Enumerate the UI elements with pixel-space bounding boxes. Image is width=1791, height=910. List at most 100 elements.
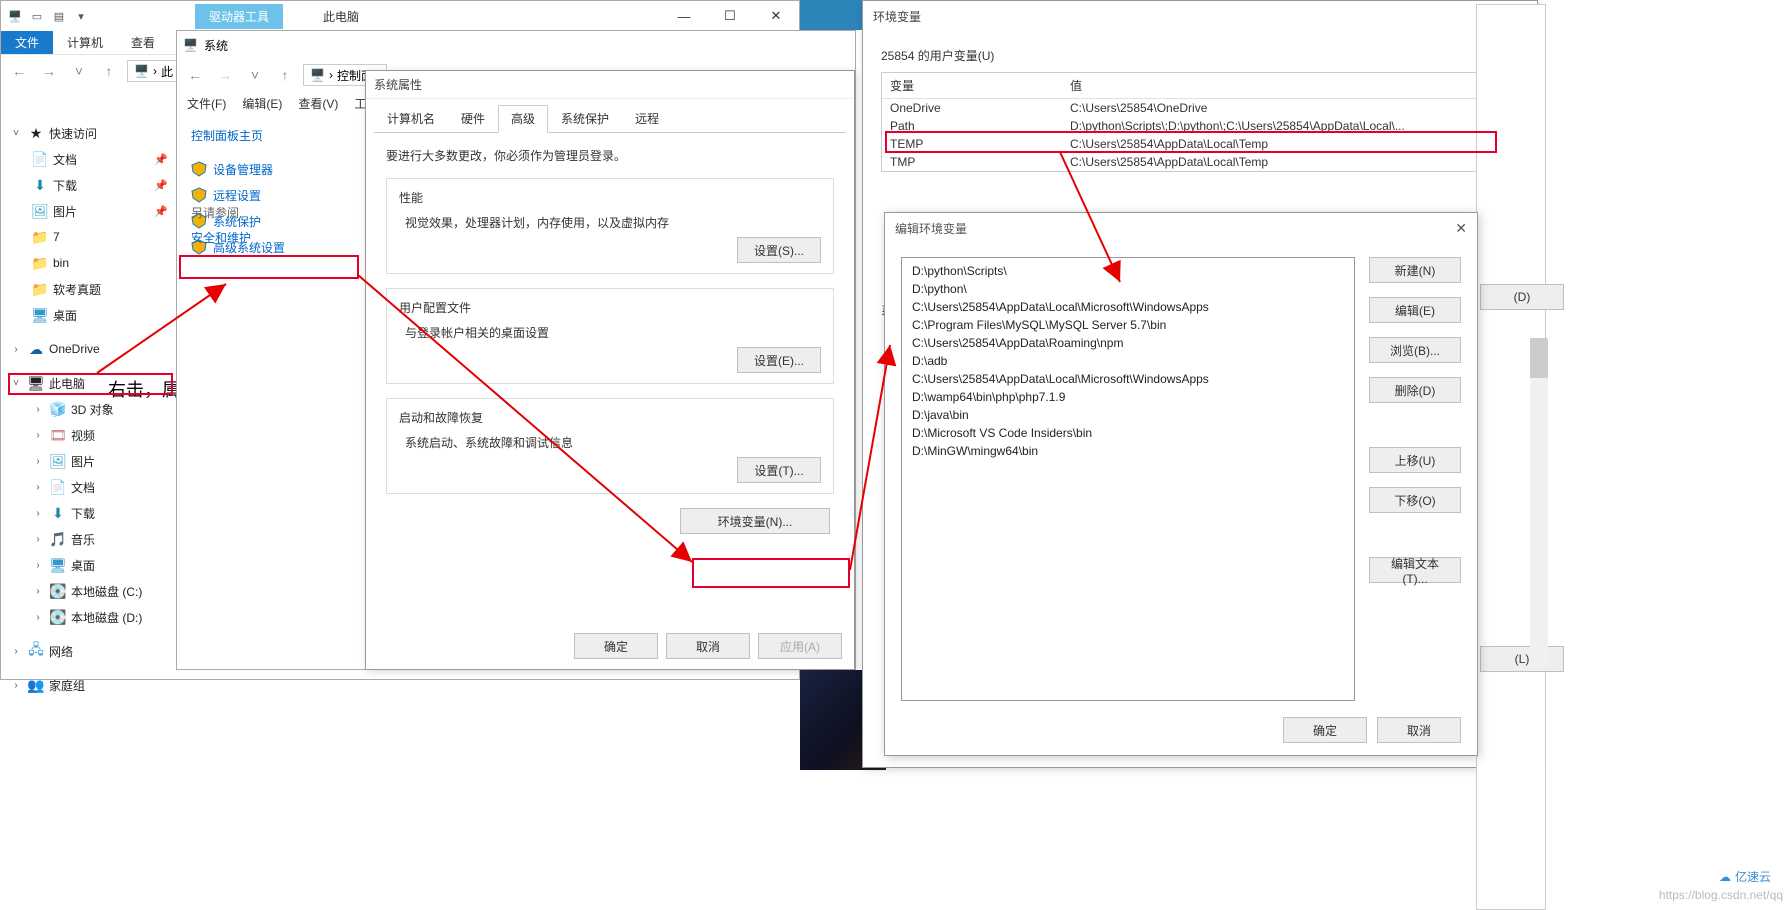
tree-downloads2[interactable]: ›⬇下载 bbox=[23, 500, 176, 526]
close-button[interactable]: ✕ bbox=[1455, 220, 1467, 237]
delete-button[interactable]: 删除(D) bbox=[1369, 377, 1461, 403]
tree-pictures2[interactable]: ›🖼图片 bbox=[23, 448, 176, 474]
tree-pictures[interactable]: 🖼图片📌 bbox=[23, 198, 176, 224]
tab-system-protection[interactable]: 系统保护 bbox=[548, 105, 622, 132]
tab-remote[interactable]: 远程 bbox=[622, 105, 672, 132]
settings-startup-button[interactable]: 设置(T)... bbox=[737, 457, 821, 483]
props-icon[interactable]: ▤ bbox=[51, 8, 67, 24]
up-button[interactable]: ↑ bbox=[273, 63, 297, 87]
folder-icon[interactable]: ▭ bbox=[29, 8, 45, 24]
list-item[interactable]: D:\python\Scripts\ bbox=[906, 262, 1350, 280]
move-down-button[interactable]: 下移(O) bbox=[1369, 487, 1461, 513]
chevron-right-icon[interactable]: › bbox=[31, 508, 45, 519]
list-item[interactable]: D:\adb bbox=[906, 352, 1350, 370]
menu-file[interactable]: 文件(F) bbox=[187, 95, 226, 112]
tree-ruankao[interactable]: 📁软考真题 bbox=[23, 276, 176, 302]
ok-button[interactable]: 确定 bbox=[1283, 717, 1367, 743]
tree-downloads[interactable]: ⬇下载📌 bbox=[23, 172, 176, 198]
chevron-right-icon[interactable]: › bbox=[31, 586, 45, 597]
dropdown-icon[interactable]: ▾ bbox=[73, 8, 89, 24]
menu-view[interactable]: 查看(V) bbox=[298, 95, 338, 112]
tree-label: 下载 bbox=[53, 177, 77, 194]
chevron-right-icon[interactable]: › bbox=[9, 344, 23, 355]
chevron-right-icon[interactable]: › bbox=[31, 482, 45, 493]
ribbon-tab-computer[interactable]: 计算机 bbox=[53, 31, 117, 54]
apply-button[interactable]: 应用(A) bbox=[758, 633, 842, 659]
back-button[interactable]: ← bbox=[7, 59, 31, 83]
chevron-right-icon[interactable]: › bbox=[31, 404, 45, 415]
tab-advanced[interactable]: 高级 bbox=[498, 105, 548, 133]
tree-disk-c[interactable]: ›💽本地磁盘 (C:) bbox=[23, 578, 176, 604]
cancel-button[interactable]: 取消 bbox=[1377, 717, 1461, 743]
user-variables-table[interactable]: 变量 值 OneDriveC:\Users\25854\OneDrivePath… bbox=[881, 72, 1519, 172]
tree-videos[interactable]: ›🎞视频 bbox=[23, 422, 176, 448]
chevron-right-icon[interactable]: › bbox=[31, 534, 45, 545]
tree-onedrive[interactable]: ›☁OneDrive bbox=[1, 336, 176, 362]
col-variable[interactable]: 变量 bbox=[882, 73, 1062, 98]
col-value[interactable]: 值 bbox=[1062, 73, 1518, 98]
ok-button[interactable]: 确定 bbox=[574, 633, 658, 659]
tree-seven[interactable]: 📁7 bbox=[23, 224, 176, 250]
tree-homegroup[interactable]: ›👥家庭组 bbox=[1, 672, 176, 698]
partial-button-l[interactable]: (L) bbox=[1480, 646, 1564, 672]
chevron-right-icon[interactable]: › bbox=[9, 646, 23, 657]
tree-network[interactable]: ›🖧网络 bbox=[1, 638, 176, 664]
list-item[interactable]: D:\python\ bbox=[906, 280, 1350, 298]
history-dropdown[interactable]: ˅ bbox=[67, 59, 91, 83]
close-button[interactable]: ✕ bbox=[753, 1, 799, 31]
maximize-button[interactable]: ☐ bbox=[707, 1, 753, 31]
environment-variables-button[interactable]: 环境变量(N)... bbox=[680, 508, 830, 534]
list-item[interactable]: C:\Users\25854\AppData\Local\Microsoft\W… bbox=[906, 370, 1350, 388]
list-item[interactable]: D:\java\bin bbox=[906, 406, 1350, 424]
list-item[interactable]: D:\wamp64\bin\php\php7.1.9 bbox=[906, 388, 1350, 406]
table-row[interactable]: TMPC:\Users\25854\AppData\Local\Temp bbox=[882, 153, 1518, 171]
edit-text-button[interactable]: 编辑文本(T)... bbox=[1369, 557, 1461, 583]
move-up-button[interactable]: 上移(U) bbox=[1369, 447, 1461, 473]
chevron-right-icon[interactable]: › bbox=[9, 680, 23, 691]
chevron-right-icon[interactable]: › bbox=[31, 456, 45, 467]
forward-button[interactable]: → bbox=[37, 59, 61, 83]
scrollbar-thumb[interactable] bbox=[1530, 338, 1548, 378]
list-item[interactable]: C:\Program Files\MySQL\MySQL Server 5.7\… bbox=[906, 316, 1350, 334]
control-panel-home-link[interactable]: 控制面板主页 bbox=[191, 127, 353, 144]
new-button[interactable]: 新建(N) bbox=[1369, 257, 1461, 283]
partial-button-d[interactable]: (D) bbox=[1480, 284, 1564, 310]
back-button[interactable]: ← bbox=[183, 63, 207, 87]
list-item[interactable]: C:\Users\25854\AppData\Local\Microsoft\W… bbox=[906, 298, 1350, 316]
tab-computer-name[interactable]: 计算机名 bbox=[374, 105, 448, 132]
cancel-button[interactable]: 取消 bbox=[666, 633, 750, 659]
ribbon-tab-file[interactable]: 文件 bbox=[1, 31, 53, 54]
minimize-button[interactable]: — bbox=[661, 1, 707, 31]
scrollbar[interactable] bbox=[1530, 338, 1548, 668]
tree-desktop2[interactable]: ›🖥桌面 bbox=[23, 552, 176, 578]
list-item[interactable]: D:\Microsoft VS Code Insiders\bin bbox=[906, 424, 1350, 442]
onedrive-icon: ☁ bbox=[27, 341, 45, 358]
settings-profile-button[interactable]: 设置(E)... bbox=[737, 347, 821, 373]
up-button[interactable]: ↑ bbox=[97, 59, 121, 83]
forward-button[interactable]: → bbox=[213, 63, 237, 87]
table-row[interactable]: OneDriveC:\Users\25854\OneDrive bbox=[882, 99, 1518, 117]
tree-desktop[interactable]: 🖥桌面 bbox=[23, 302, 176, 328]
path-list[interactable]: D:\python\Scripts\D:\python\C:\Users\258… bbox=[901, 257, 1355, 701]
edit-button[interactable]: 编辑(E) bbox=[1369, 297, 1461, 323]
tree-documents2[interactable]: ›📄文档 bbox=[23, 474, 176, 500]
settings-performance-button[interactable]: 设置(S)... bbox=[737, 237, 821, 263]
chevron-right-icon[interactable]: › bbox=[31, 560, 45, 571]
link-security[interactable]: 安全和维护 bbox=[191, 229, 251, 246]
browse-button[interactable]: 浏览(B)... bbox=[1369, 337, 1461, 363]
tree-bin[interactable]: 📁bin bbox=[23, 250, 176, 276]
chevron-right-icon[interactable]: › bbox=[31, 612, 45, 623]
chevron-right-icon[interactable]: › bbox=[31, 430, 45, 441]
tree-disk-d[interactable]: ›💽本地磁盘 (D:) bbox=[23, 604, 176, 630]
history-dropdown[interactable]: ˅ bbox=[243, 63, 267, 87]
tab-hardware[interactable]: 硬件 bbox=[448, 105, 498, 132]
chevron-down-icon[interactable]: ˅ bbox=[9, 128, 23, 139]
ribbon-tab-view[interactable]: 查看 bbox=[117, 31, 169, 54]
link-device-manager[interactable]: 设备管理器 bbox=[191, 156, 353, 182]
menu-edit[interactable]: 编辑(E) bbox=[242, 95, 282, 112]
list-item[interactable]: C:\Users\25854\AppData\Roaming\npm bbox=[906, 334, 1350, 352]
tree-documents[interactable]: 📄文档📌 bbox=[23, 146, 176, 172]
tree-quick-access[interactable]: ˅★快速访问 bbox=[1, 120, 176, 146]
tree-music[interactable]: ›🎵音乐 bbox=[23, 526, 176, 552]
list-item[interactable]: D:\MinGW\mingw64\bin bbox=[906, 442, 1350, 460]
